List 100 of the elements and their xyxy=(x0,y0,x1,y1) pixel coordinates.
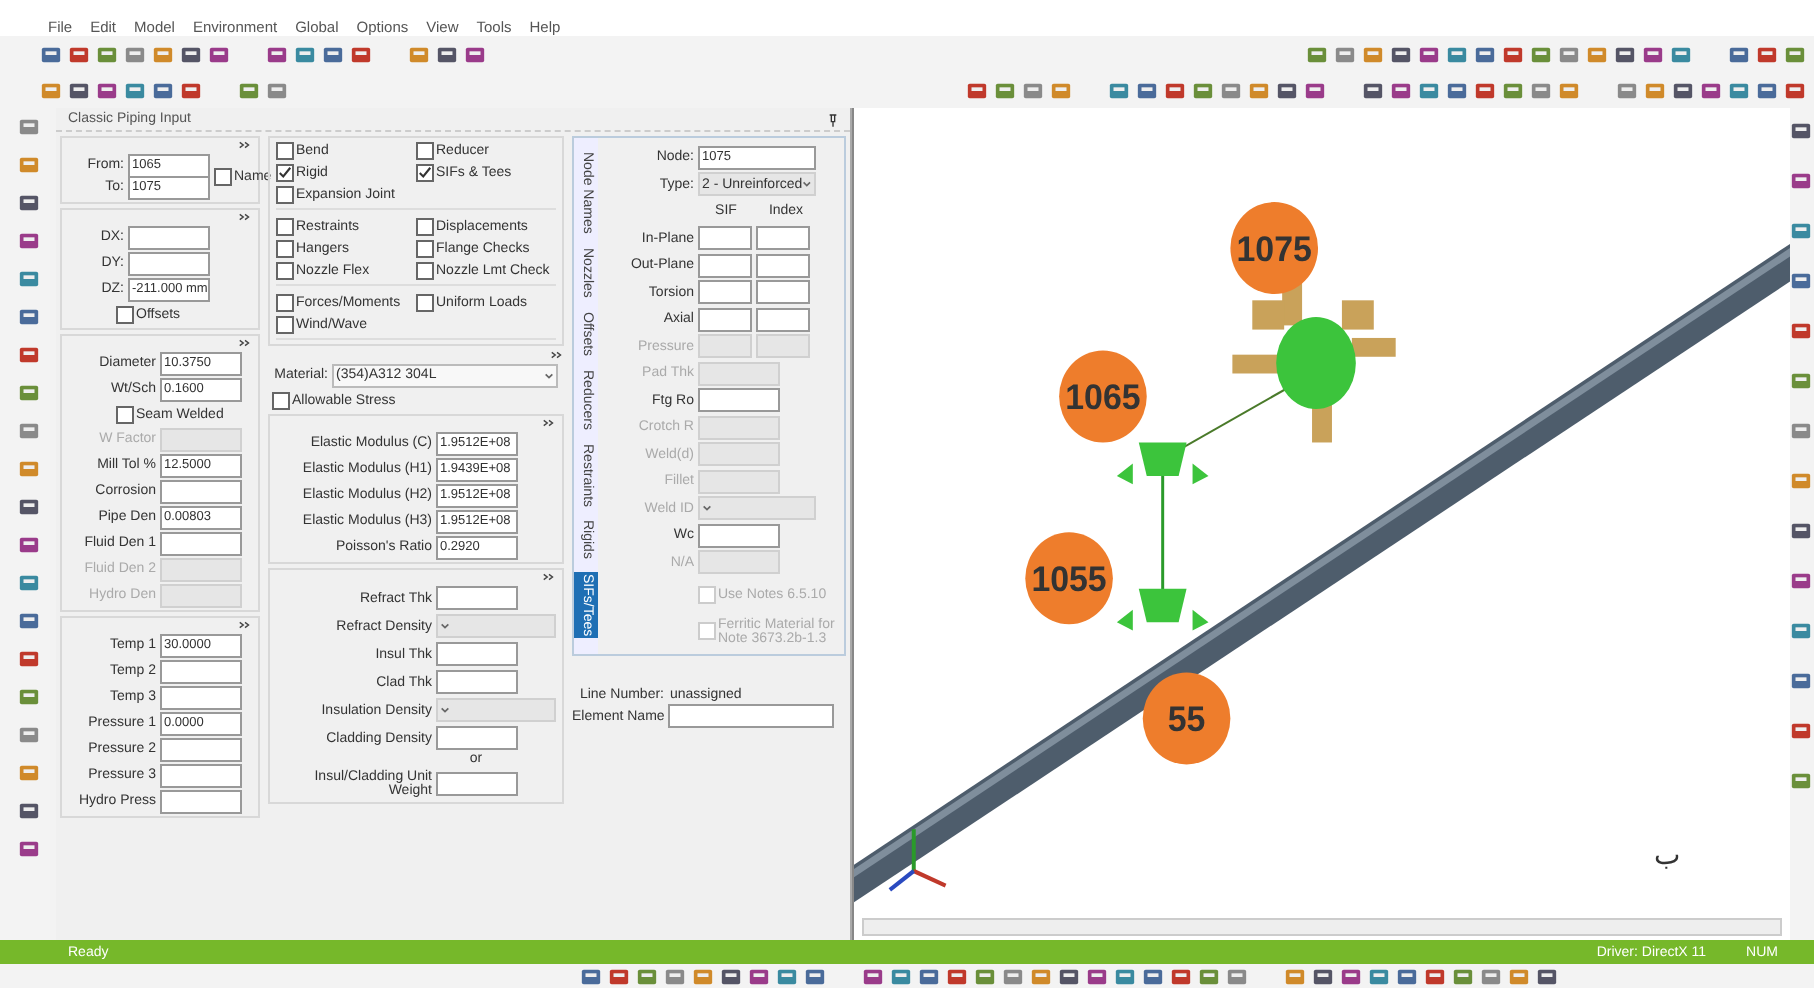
tool-icon[interactable] xyxy=(1058,965,1080,987)
tool-icon[interactable] xyxy=(17,230,39,252)
pin-icon[interactable] xyxy=(828,111,838,127)
tool-icon[interactable] xyxy=(1790,370,1812,392)
input-field[interactable] xyxy=(160,659,242,683)
tool-icon[interactable] xyxy=(152,79,174,101)
input-field[interactable] xyxy=(160,789,242,813)
tool-icon[interactable] xyxy=(974,965,996,987)
tool-icon[interactable] xyxy=(1558,43,1580,65)
input-field[interactable] xyxy=(668,704,834,728)
tool-icon[interactable] xyxy=(238,79,260,101)
tool-icon[interactable] xyxy=(804,965,826,987)
input-field[interactable] xyxy=(698,523,780,547)
tool-icon[interactable] xyxy=(1086,965,1108,987)
checkbox[interactable] xyxy=(276,217,294,235)
tool-icon[interactable] xyxy=(1452,965,1474,987)
tool-icon[interactable] xyxy=(994,79,1016,101)
tool-icon[interactable] xyxy=(68,43,90,65)
tool-icon[interactable] xyxy=(1480,965,1502,987)
tool-icon[interactable] xyxy=(208,43,230,65)
input-field[interactable] xyxy=(756,307,810,331)
tool-icon[interactable] xyxy=(1728,43,1750,65)
tool-icon[interactable] xyxy=(862,965,884,987)
tool-icon[interactable] xyxy=(1502,43,1524,65)
expand-icon[interactable] xyxy=(238,620,252,630)
input-field[interactable] xyxy=(698,280,752,304)
input-field[interactable] xyxy=(698,226,752,250)
tool-icon[interactable] xyxy=(664,965,686,987)
tool-icon[interactable] xyxy=(1192,79,1214,101)
tool-icon[interactable] xyxy=(17,192,39,214)
tool-icon[interactable] xyxy=(17,116,39,138)
tool-icon[interactable] xyxy=(1424,965,1446,987)
checkbox[interactable] xyxy=(416,293,434,311)
tool-icon[interactable] xyxy=(68,79,90,101)
input-field[interactable] xyxy=(698,253,752,277)
input-field[interactable] xyxy=(756,280,810,304)
checkbox[interactable] xyxy=(416,217,434,235)
tool-icon[interactable] xyxy=(180,43,202,65)
tool-icon[interactable] xyxy=(1790,420,1812,442)
tool-icon[interactable] xyxy=(1642,43,1664,65)
tool-icon[interactable] xyxy=(1756,79,1778,101)
tool-icon[interactable] xyxy=(1114,965,1136,987)
tool-icon[interactable] xyxy=(1536,965,1558,987)
checkbox[interactable] xyxy=(416,261,434,279)
tool-icon[interactable] xyxy=(1446,79,1468,101)
tool-icon[interactable] xyxy=(1142,965,1164,987)
input-field[interactable] xyxy=(436,772,518,796)
tool-icon[interactable] xyxy=(1418,43,1440,65)
tool-icon[interactable] xyxy=(1790,320,1812,342)
tool-icon[interactable] xyxy=(1164,79,1186,101)
input-field[interactable] xyxy=(756,253,810,277)
tool-icon[interactable] xyxy=(17,724,39,746)
tool-icon[interactable] xyxy=(946,965,968,987)
tool-icon[interactable] xyxy=(1756,43,1778,65)
tool-icon[interactable] xyxy=(720,965,742,987)
tool-icon[interactable] xyxy=(1334,43,1356,65)
checkbox[interactable] xyxy=(276,293,294,311)
checkbox[interactable] xyxy=(116,405,134,423)
checkbox[interactable] xyxy=(416,239,434,257)
tool-icon[interactable] xyxy=(17,838,39,860)
tool-icon[interactable] xyxy=(1312,965,1334,987)
tool-icon[interactable] xyxy=(1368,965,1390,987)
expand-icon[interactable] xyxy=(542,572,556,582)
input-field[interactable] xyxy=(160,685,242,709)
tool-icon[interactable] xyxy=(1304,79,1326,101)
tool-icon[interactable] xyxy=(1306,43,1328,65)
tool-icon[interactable] xyxy=(1672,79,1694,101)
tool-icon[interactable] xyxy=(1022,79,1044,101)
tool-icon[interactable] xyxy=(17,648,39,670)
input-field[interactable] xyxy=(128,225,210,249)
tool-icon[interactable] xyxy=(1700,79,1722,101)
tool-icon[interactable] xyxy=(1108,79,1130,101)
tool-icon[interactable] xyxy=(464,43,486,65)
tool-icon[interactable] xyxy=(17,686,39,708)
tool-icon[interactable] xyxy=(1226,965,1248,987)
tool-icon[interactable] xyxy=(1790,270,1812,292)
expand-icon[interactable] xyxy=(550,350,564,360)
tool-icon[interactable] xyxy=(17,420,39,442)
scrollbar[interactable] xyxy=(862,918,1782,936)
tool-icon[interactable] xyxy=(1390,79,1412,101)
input-field[interactable] xyxy=(436,670,518,694)
tool-icon[interactable] xyxy=(124,43,146,65)
input-field[interactable] xyxy=(160,479,242,503)
tool-icon[interactable] xyxy=(890,965,912,987)
tool-icon[interactable] xyxy=(96,79,118,101)
checkbox[interactable] xyxy=(276,239,294,257)
checkbox[interactable] xyxy=(416,141,434,159)
input-field[interactable] xyxy=(698,388,780,412)
input-field[interactable] xyxy=(436,726,518,750)
checkbox[interactable] xyxy=(276,185,294,203)
input-field[interactable] xyxy=(160,737,242,761)
tool-icon[interactable] xyxy=(17,268,39,290)
tool-icon[interactable] xyxy=(266,79,288,101)
tool-icon[interactable] xyxy=(1790,170,1812,192)
tool-icon[interactable] xyxy=(266,43,288,65)
input-field[interactable] xyxy=(436,586,518,610)
checkbox[interactable] xyxy=(276,261,294,279)
tool-icon[interactable] xyxy=(294,43,316,65)
input-field[interactable] xyxy=(128,251,210,275)
tool-icon[interactable] xyxy=(1530,79,1552,101)
